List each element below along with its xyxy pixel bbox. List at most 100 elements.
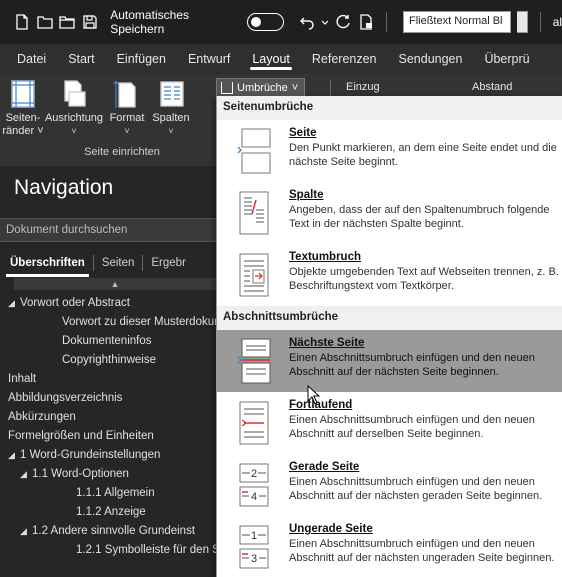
nav-heading-item[interactable]: ◢ 1.2 Andere sinnvolle Grundeinst [0,522,216,541]
nav-heading-label: 1 Word-Grundeinstellungen [20,449,161,461]
margins-icon [8,78,38,110]
orientation-button[interactable]: Ausrichtung ˅ [44,78,104,138]
toolbar-divider [539,12,541,32]
break-option-desc: Einen Abschnittsumbruch einfügen und den… [289,414,535,440]
navigation-title: Navigation [14,176,114,199]
margins-button[interactable]: Seiten- ränder ˅ [2,78,44,138]
autosave-toggle[interactable] [247,13,285,31]
navigation-search-input[interactable]: Dokument durchsuchen [0,218,216,242]
menu-sendungen[interactable]: Sendungen [388,44,474,74]
break-option-title: Seite [289,127,317,139]
nav-heading-item[interactable]: Copyrighthinweise [0,351,216,370]
column-break-icon [239,191,269,235]
breaks-label: Umbrüche [237,82,288,94]
indent-label: Einzug [346,81,380,93]
expand-triangle-icon[interactable]: ◢ [8,446,20,465]
break-option-title: Ungerade Seite [289,523,373,535]
even-page-badge-bottom: 4 [251,491,257,503]
menu-entwurf[interactable]: Entwurf [177,44,241,74]
nav-heading-item[interactable]: Abkürzungen [0,408,216,427]
nav-heading-label: Inhalt [8,373,37,385]
menu-ueberpruefen[interactable]: Überprü [473,44,540,74]
break-option-text-wrapping[interactable]: Textumbruch Objekte umgebenden Text auf … [217,244,562,306]
tab-pages[interactable]: Seiten [92,255,143,271]
tab-results[interactable]: Ergebr [142,255,194,271]
break-option-next-page[interactable]: Nächste Seite Einen Abschnittsumbruch ei… [217,330,562,392]
document-icon[interactable] [358,13,375,31]
nav-heading-item[interactable]: 1.1.1 Allgemein [0,484,216,503]
break-option-odd-page[interactable]: 13 Ungerade Seite Einen Abschnittsumbruc… [217,516,562,577]
nav-heading-item[interactable]: ◢ 1 Word-Grundeinstellungen [0,446,216,465]
nav-heading-label: Vorwort zu dieser Musterdokum [62,316,216,328]
folder-icon[interactable] [59,13,76,31]
mouse-cursor-icon [307,385,321,405]
style-select-chevron-icon[interactable] [516,11,528,33]
style-select[interactable]: Fließtext Normal Bl [402,11,511,33]
break-option-title: Nächste Seite [289,337,365,349]
breaks-button[interactable]: Umbrüche ˅ [216,78,306,98]
open-folder-icon[interactable] [37,13,54,31]
spacing-label: Abstand [472,81,513,93]
ribbon-divider [330,80,331,96]
break-option-even-page[interactable]: 24 Gerade Seite Einen Abschnittsumbruch … [217,454,562,516]
size-label: Format [109,112,145,124]
new-document-icon[interactable] [14,13,31,31]
toggle-knob-icon [251,16,262,27]
size-icon [112,78,142,110]
nav-heading-label: Abbildungsverzeichnis [8,392,123,404]
expand-triangle-icon[interactable]: ◢ [8,294,20,313]
menu-layout[interactable]: Layout [241,44,301,74]
size-button[interactable]: Format ˅ [106,78,148,138]
menu-start[interactable]: Start [57,44,105,74]
break-option-page[interactable]: Seite Den Punkt markieren, an dem eine S… [217,120,562,182]
nav-heading-label: Abkürzungen [8,411,76,423]
navigation-tabs: Überschriften Seiten Ergebr [0,250,216,277]
nav-heading-item[interactable]: ◢ Vorwort oder Abstract [0,294,216,313]
nav-heading-item[interactable]: 1.2.1 Symbolleiste für den Sc [0,541,216,560]
break-option-title: Gerade Seite [289,461,360,473]
odd-page-badge-top: 1 [251,530,257,542]
odd-page-break-icon: 13 [239,525,269,569]
break-option-desc: Angeben, dass der auf den Spaltenumbruch… [289,204,550,230]
menu-einfuegen[interactable]: Einfügen [106,44,177,74]
break-option-continuous[interactable]: Fortlaufend Einen Abschnittsumbruch einf… [217,392,562,454]
break-option-column[interactable]: Spalte Angeben, dass der auf den Spalten… [217,182,562,244]
columns-button[interactable]: Spalten ˅ [150,78,192,138]
redo-icon[interactable] [335,13,352,31]
expand-triangle-icon[interactable]: ◢ [20,522,32,541]
next-page-break-icon [237,338,271,384]
break-option-title: Spalte [289,189,324,201]
menu-referenzen[interactable]: Referenzen [301,44,388,74]
text-wrap-break-icon [239,253,269,297]
nav-heading-item[interactable]: Vorwort zu dieser Musterdokum [0,313,216,332]
nav-heading-item[interactable]: Inhalt [0,370,216,389]
nav-heading-item[interactable]: Formelgrößen und Einheiten [0,427,216,446]
nav-heading-label: Formelgrößen und Einheiten [8,430,154,442]
nav-heading-item[interactable]: Abbildungsverzeichnis [0,389,216,408]
page-break-icon [237,128,271,174]
nav-heading-label: Vorwort oder Abstract [20,297,130,309]
nav-heading-item[interactable]: 1.1.2 Anzeige [0,503,216,522]
undo-icon[interactable] [298,13,315,31]
navigation-pane: Navigation Dokument durchsuchen Überschr… [0,166,216,577]
save-icon[interactable] [82,13,99,31]
break-option-desc: Einen Abschnittsumbruch einfügen und den… [289,352,535,378]
break-option-title: Fortlaufend [289,399,353,411]
toolbar-divider [386,12,387,32]
nav-heading-item[interactable]: Dokumenteninfos [0,332,216,351]
expand-triangle-icon[interactable]: ◢ [20,465,32,484]
continuous-break-icon [239,401,269,445]
break-option-title: Textumbruch [289,251,361,263]
toolbar-overflow-text: al [552,15,562,29]
menu-datei[interactable]: Datei [6,44,57,74]
columns-label: Spalten [152,112,190,124]
tab-headings[interactable]: Überschriften [2,255,93,277]
scroll-up-button[interactable]: ▲ [14,278,216,290]
nav-heading-label: Dokumenteninfos [62,335,152,347]
columns-chevron-icon: ˅ [168,126,174,136]
even-page-break-icon: 24 [239,463,269,507]
ribbon-group-label: Seite einrichten [84,146,160,158]
nav-heading-label: 1.1 Word-Optionen [32,468,129,480]
undo-dropdown-icon[interactable] [321,13,329,31]
nav-heading-item[interactable]: ◢ 1.1 Word-Optionen [0,465,216,484]
